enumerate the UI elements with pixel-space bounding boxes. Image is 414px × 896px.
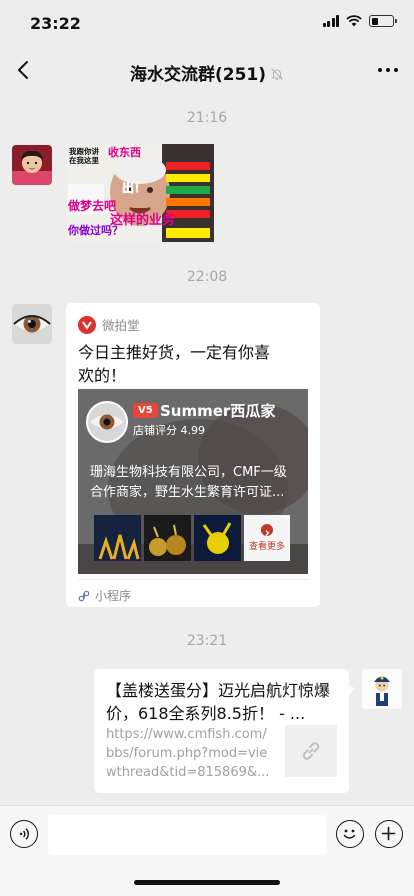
nav-bar: 海水交流群(251)	[0, 48, 414, 92]
sticker-text: 我跟你讲	[69, 146, 99, 156]
vip-level-badge: V5	[133, 403, 158, 418]
battery-icon	[369, 15, 397, 27]
sticker-text: 收东西	[108, 145, 141, 159]
chat-title-text: 海水交流群(251)	[129, 65, 267, 85]
status-icons	[322, 15, 397, 27]
divider	[78, 579, 308, 580]
timestamp: 21:16	[186, 110, 228, 126]
link-url: https://www.cmfish.com/bbs/forum.php?mod…	[106, 727, 270, 780]
mini-program-source-name: 微拍堂	[102, 318, 140, 333]
product-thumbnail	[94, 515, 141, 561]
voice-input-icon[interactable]	[10, 820, 38, 848]
home-indicator	[134, 880, 280, 885]
sticker-text: 你做过吗？	[67, 223, 123, 237]
sticker-image[interactable]: 我跟你讲 在我这里 收东西 出！ 做梦去吧 这样的业务 你做过吗？	[66, 144, 214, 242]
mini-program-icon	[78, 590, 90, 601]
shop-description: 珊海生物科技有限公司，CMF一级合作商家，野生水生繁育许可证...	[90, 465, 287, 500]
mini-program-footer: 小程序	[78, 587, 131, 604]
mute-bell-icon	[271, 68, 283, 80]
sticker-text: 出！	[122, 180, 146, 195]
shop-rating: 店铺评分 4.99	[133, 424, 205, 437]
mini-program-card[interactable]: 微拍堂 今日主推好货，一定有你喜欢的！ V5 Summer西瓜家 店铺评分 4.…	[66, 303, 320, 607]
status-time: 23:22	[30, 14, 81, 33]
product-thumbnails: 查看更多	[94, 515, 290, 561]
sticker-text: 做梦去吧	[67, 198, 116, 213]
link-message-card[interactable]: 【盖楼送蛋分】迈光启航灯惊爆价，618全系列8.5折！ - ... https:…	[94, 669, 355, 793]
mini-program-footer-label: 小程序	[95, 589, 132, 603]
sender-avatar[interactable]	[12, 145, 52, 185]
sticker-text: 在我这里	[69, 155, 99, 165]
arrow-right-icon	[261, 524, 273, 536]
message-input[interactable]	[48, 815, 326, 855]
add-more-icon[interactable]	[375, 820, 403, 848]
sender-avatar[interactable]	[12, 304, 52, 344]
mini-program-preview-image: V5 Summer西瓜家 店铺评分 4.99 珊海生物科技有限公司，CMF一级合…	[78, 389, 308, 574]
see-more-button[interactable]: 查看更多	[244, 515, 290, 561]
see-more-label: 查看更多	[248, 542, 285, 552]
chat-title: 海水交流群(251)	[0, 60, 414, 85]
timestamp: 22:08	[186, 269, 228, 285]
weipaitang-logo-icon	[78, 315, 96, 334]
timestamp: 23:21	[186, 633, 228, 649]
shop-avatar	[86, 401, 128, 443]
link-title: 【盖楼送蛋分】迈光启航灯惊爆价，618全系列8.5折！ - ...	[106, 681, 331, 723]
mini-program-title: 今日主推好货，一定有你喜欢的！	[78, 343, 271, 385]
product-thumbnail	[144, 515, 191, 561]
link-thumbnail	[285, 725, 337, 777]
more-options-icon[interactable]	[378, 68, 398, 72]
my-avatar[interactable]	[362, 669, 402, 709]
wifi-icon	[346, 15, 362, 27]
emoji-icon[interactable]	[336, 820, 364, 848]
shop-name: Summer西瓜家	[160, 402, 276, 420]
link-icon	[302, 742, 320, 760]
cellular-signal-icon	[322, 15, 339, 27]
product-thumbnail	[194, 515, 241, 561]
status-bar: 23:22	[0, 0, 414, 48]
mini-program-source: 微拍堂	[78, 315, 140, 334]
